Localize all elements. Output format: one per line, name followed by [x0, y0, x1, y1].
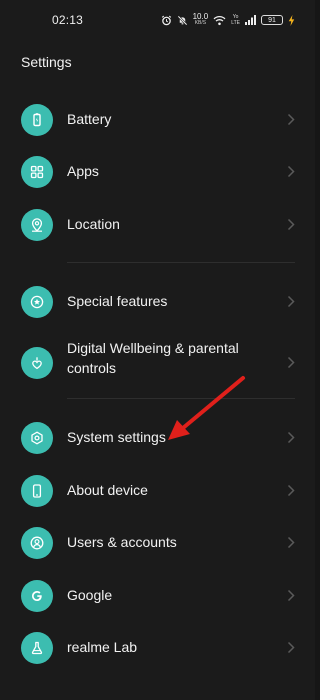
group-divider: [67, 262, 295, 263]
net-speed: 10.0 KB/S: [193, 13, 209, 27]
location-pin-icon: [21, 209, 53, 241]
settings-item-label: Digital Wellbeing & parental controls: [67, 340, 239, 376]
settings-item-label: Apps: [67, 163, 99, 179]
chevron-right-icon: [287, 113, 295, 131]
status-time: 02:13: [52, 13, 84, 27]
page-title: Settings: [21, 54, 72, 70]
star-icon: [21, 286, 53, 318]
signal-icon: [245, 15, 256, 25]
user-icon: [21, 527, 53, 559]
settings-item-special-features[interactable]: Special features: [0, 278, 315, 326]
settings-item-label: About device: [67, 482, 148, 498]
chevron-right-icon: [287, 484, 295, 502]
phone-icon: [21, 475, 53, 507]
settings-item-label: realme Lab: [67, 639, 138, 655]
settings-item-label: System settings: [67, 429, 166, 445]
volte-line2: LTE: [231, 20, 240, 26]
chevron-right-icon: [287, 165, 295, 183]
apps-grid-icon: [21, 156, 53, 188]
settings-item-users-accounts[interactable]: Users & accounts: [0, 519, 315, 567]
settings-item-location[interactable]: Location: [0, 201, 315, 249]
settings-item-label: Location: [67, 216, 120, 232]
alarm-icon: [161, 15, 172, 26]
charging-icon: [288, 14, 295, 26]
status-bar: 02:13 10.0 KB/S Yo LTE 91: [0, 8, 315, 34]
settings-item-google[interactable]: Google: [0, 572, 315, 620]
chevron-right-icon: [287, 295, 295, 313]
volte-indicator: Yo LTE: [231, 14, 240, 26]
settings-item-system-settings[interactable]: System settings: [0, 414, 315, 462]
group-divider: [67, 398, 295, 399]
battery-icon: [21, 104, 53, 136]
chevron-right-icon: [287, 589, 295, 607]
battery-indicator: 91: [261, 15, 283, 25]
mute-icon: [177, 15, 188, 26]
settings-item-label: Google: [67, 587, 113, 603]
chevron-right-icon: [287, 641, 295, 659]
settings-item-label: Users & accounts: [67, 534, 177, 550]
wifi-icon: [213, 15, 226, 26]
settings-item-label: Battery: [67, 111, 112, 127]
chevron-right-icon: [287, 218, 295, 236]
chevron-right-icon: [287, 356, 295, 374]
net-speed-unit: KB/S: [194, 20, 207, 26]
status-icons: 10.0 KB/S Yo LTE 91: [161, 11, 295, 29]
flask-icon: [21, 632, 53, 664]
chevron-right-icon: [287, 536, 295, 554]
settings-item-realme-lab[interactable]: realme Lab: [0, 624, 315, 672]
net-speed-value: 10.0: [192, 12, 209, 21]
settings-screen: 02:13 10.0 KB/S Yo LTE 91 Settings Batte…: [0, 0, 315, 700]
wellbeing-icon: [21, 347, 53, 379]
settings-item-about-device[interactable]: About device: [0, 467, 315, 515]
settings-item-digital-wellbeing[interactable]: Digital Wellbeing & parental controls: [0, 334, 315, 392]
settings-item-label: Special features: [67, 293, 168, 309]
settings-item-battery[interactable]: Battery: [0, 96, 315, 144]
google-icon: [21, 580, 53, 612]
settings-item-apps[interactable]: Apps: [0, 148, 315, 196]
chevron-right-icon: [287, 431, 295, 449]
gear-hexagon-icon: [21, 422, 53, 454]
